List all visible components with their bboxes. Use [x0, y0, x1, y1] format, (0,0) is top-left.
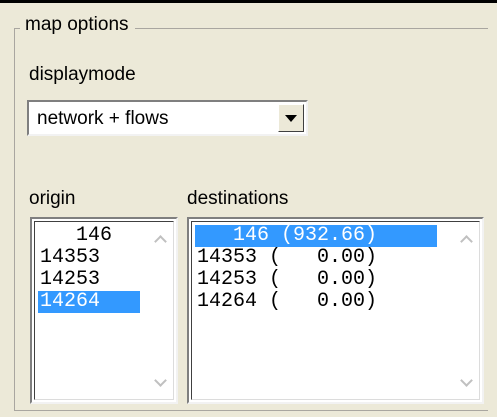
- displaymode-label: displaymode: [29, 64, 136, 85]
- chevron-up-icon: [459, 234, 473, 248]
- displaymode-value: network + flows: [37, 108, 169, 129]
- group-title: map options: [20, 14, 135, 36]
- list-item[interactable]: 14353: [38, 247, 140, 269]
- scroll-down-button[interactable]: [455, 371, 477, 393]
- list-item[interactable]: 146 (932.66): [195, 225, 437, 247]
- chevron-up-icon: [153, 234, 167, 248]
- destinations-listbox[interactable]: 146 (932.66) 14353 ( 0.00) 14253 ( 0.00) 14…: [187, 217, 484, 404]
- list-item[interactable]: 14264: [38, 291, 140, 313]
- list-item[interactable]: 146: [38, 225, 140, 247]
- scroll-down-button[interactable]: [149, 371, 171, 393]
- displaymode-dropdown[interactable]: network + flows: [27, 100, 308, 136]
- origin-scrollbar[interactable]: [149, 224, 171, 397]
- list-item[interactable]: 14353 ( 0.00): [195, 247, 437, 269]
- origin-listbox[interactable]: 146 14353 14253 14264: [30, 217, 178, 404]
- destinations-items: 146 (932.66) 14353 ( 0.00) 14253 ( 0.00) 14…: [195, 225, 437, 313]
- origin-label: origin: [29, 188, 76, 209]
- list-item[interactable]: 14253: [38, 269, 140, 291]
- dropdown-button[interactable]: [278, 104, 304, 132]
- chevron-down-icon: [285, 114, 297, 122]
- scroll-up-button[interactable]: [455, 228, 477, 250]
- destinations-scrollbar[interactable]: [455, 224, 477, 397]
- scroll-up-button[interactable]: [149, 228, 171, 250]
- list-item[interactable]: 14264 ( 0.00): [195, 291, 437, 313]
- origin-items: 146 14353 14253 14264: [38, 225, 140, 313]
- chevron-down-icon: [459, 373, 473, 387]
- destinations-label: destinations: [187, 188, 289, 209]
- window-top-border: [0, 0, 497, 3]
- chevron-down-icon: [153, 373, 167, 387]
- list-item[interactable]: 14253 ( 0.00): [195, 269, 437, 291]
